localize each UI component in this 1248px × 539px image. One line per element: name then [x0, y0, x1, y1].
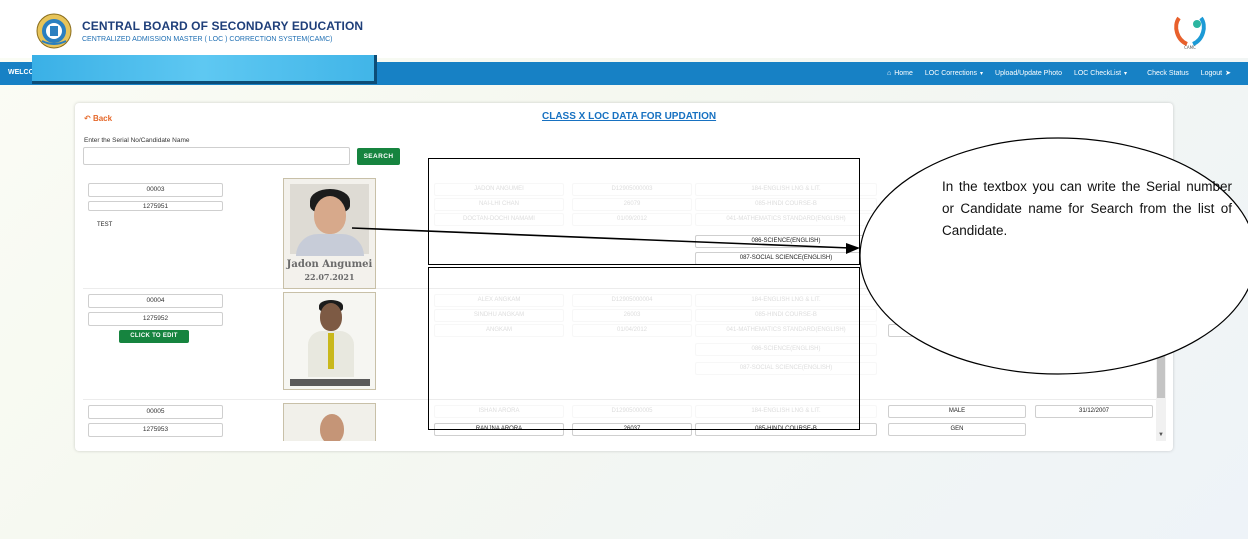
callout-text: In the textbox you can write the Serial …	[942, 179, 1232, 238]
photo-caption-date: 22.07.2021	[304, 272, 355, 282]
back-label: Back	[92, 114, 113, 123]
back-arrow-icon: ↶	[84, 114, 91, 123]
back-link[interactable]: ↶ Back	[84, 114, 112, 123]
nav-loc-checklist[interactable]: LOC CheckList ▾	[1074, 69, 1127, 77]
candidate-photo	[283, 292, 376, 390]
svg-text:CAMC: CAMC	[1184, 45, 1196, 50]
nav-loc-checklist-label: LOC CheckList	[1073, 69, 1122, 77]
roll-no: 1275951	[88, 201, 223, 211]
photo-caption-name: Jadon Angumei	[286, 259, 373, 270]
search-label: Enter the Serial No/Candidate Name	[84, 137, 190, 144]
nav-logout-label: Logout	[1200, 69, 1223, 77]
nav-upload-photo-label: Upload/Update Photo	[995, 69, 1062, 77]
gender: MALE	[888, 405, 1026, 418]
candidate-photo	[283, 403, 376, 441]
chevron-down-icon: ▾	[980, 70, 984, 77]
edit-button[interactable]: CLICK TO EDIT	[119, 330, 189, 343]
camc-logo-icon: CAMC	[1174, 16, 1206, 50]
nav-logout[interactable]: Logout ➤	[1200, 69, 1234, 78]
search-input[interactable]	[83, 147, 350, 165]
logout-icon: ➤	[1225, 70, 1231, 77]
nav-loc-corrections-label: LOC Corrections	[924, 69, 978, 77]
highlight-box	[428, 158, 860, 265]
test-label: TEST	[97, 222, 113, 228]
applicability-status: -Not Ap	[888, 324, 1026, 337]
nav-check-status-label: Check Status	[1147, 69, 1189, 77]
category: GEN	[888, 423, 1026, 436]
highlight-box	[428, 267, 860, 430]
chevron-down-icon: ▾	[1124, 70, 1128, 77]
nav-loc-corrections[interactable]: LOC Corrections ▾	[925, 69, 983, 77]
serial-no: 00003	[88, 183, 223, 197]
header: CENTRAL BOARD OF SECONDARY EDUCATION CEN…	[0, 0, 1248, 58]
candidate-photo: Jadon Angumei 22.07.2021	[283, 178, 376, 289]
cbse-logo-icon	[36, 13, 72, 49]
serial-no: 00005	[88, 405, 223, 419]
nav-menu: ⌂ Home LOC Corrections ▾ Upload/Update P…	[875, 69, 1234, 78]
home-icon: ⌂	[886, 69, 892, 77]
redacted-username	[32, 55, 377, 84]
serial-no: 00004	[88, 294, 223, 308]
nav-check-status[interactable]: Check Status	[1147, 69, 1189, 77]
nav-home-label: Home	[894, 69, 913, 77]
date-of-birth: 31/12/2007	[1035, 405, 1153, 418]
roll-no: 1275952	[88, 312, 223, 326]
brand-subtitle: CENTRALIZED ADMISSION MASTER ( LOC ) COR…	[82, 36, 333, 43]
nav-home[interactable]: ⌂ Home	[887, 69, 913, 77]
brand-title: CENTRAL BOARD OF SECONDARY EDUCATION	[82, 19, 364, 33]
page-title: CLASS X LOC DATA FOR UPDATION	[542, 111, 717, 122]
scroll-down-icon[interactable]: ▼	[1158, 432, 1164, 438]
roll-no: 1275953	[88, 423, 223, 437]
search-button[interactable]: SEARCH	[357, 148, 400, 165]
nav-upload-photo[interactable]: Upload/Update Photo	[995, 69, 1062, 77]
